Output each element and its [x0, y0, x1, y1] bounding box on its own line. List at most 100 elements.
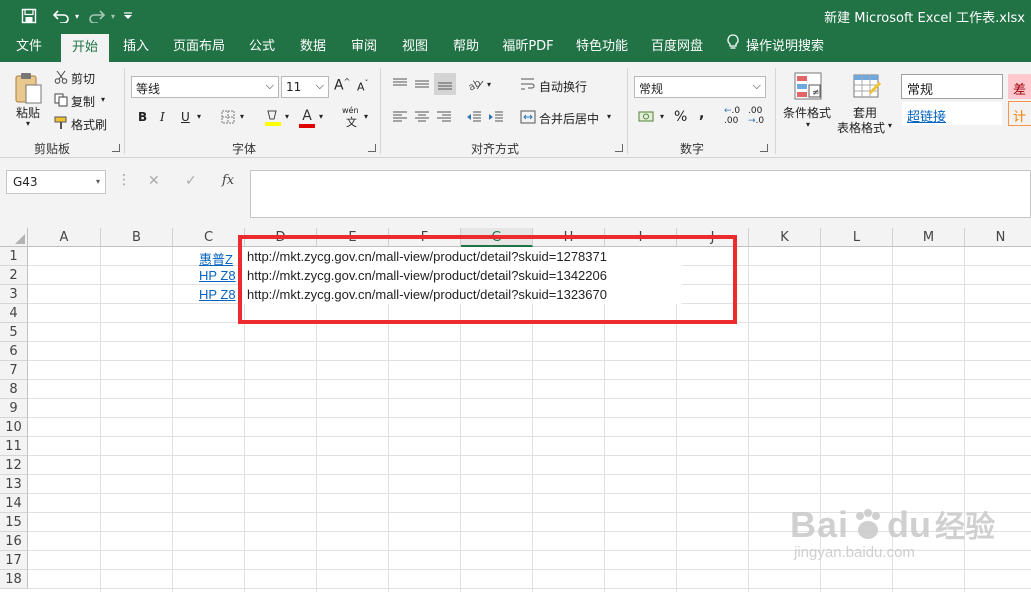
tab-insert[interactable]: 插入 — [114, 32, 158, 62]
select-all-corner[interactable] — [0, 228, 28, 247]
row-header-7[interactable]: 7 — [0, 361, 28, 380]
save-icon[interactable] — [18, 6, 40, 26]
row-header-11[interactable]: 11 — [0, 437, 28, 456]
font-color-dropdown-icon[interactable]: ▾ — [319, 112, 323, 121]
comma-style-button[interactable]: , — [699, 106, 704, 122]
formula-bar-splitter-icon[interactable]: ⋮ — [117, 172, 131, 188]
copy-dropdown-icon[interactable]: ▾ — [101, 95, 105, 104]
insert-function-icon[interactable]: fx — [222, 173, 234, 188]
format-painter-button[interactable]: 格式刷 — [71, 116, 107, 133]
cancel-icon[interactable]: ✕ — [148, 173, 160, 189]
column-header-k[interactable]: K — [749, 228, 821, 247]
decrease-indent-icon[interactable] — [465, 109, 483, 125]
borders-icon[interactable] — [220, 109, 236, 125]
phonetic-dropdown-icon[interactable]: ▾ — [364, 112, 368, 121]
row-header-13[interactable]: 13 — [0, 475, 28, 494]
shrink-font-button[interactable]: Aˇ — [357, 79, 369, 94]
underline-button[interactable]: U — [181, 110, 190, 124]
font-size-select[interactable]: 11 ⌵ — [281, 76, 329, 98]
accounting-format-icon[interactable] — [637, 109, 657, 125]
percent-style-button[interactable]: % — [674, 109, 687, 125]
conditional-formatting-icon[interactable]: ≠ — [792, 70, 824, 102]
orientation-icon[interactable]: ab — [466, 76, 486, 92]
tab-view[interactable]: 视图 — [393, 32, 437, 62]
align-left-icon[interactable] — [391, 109, 409, 125]
increase-indent-icon[interactable] — [487, 109, 505, 125]
row-header-1[interactable]: 1 — [0, 247, 28, 266]
format-as-table-icon[interactable] — [851, 70, 883, 102]
cell-style-bad[interactable]: 差 — [1008, 74, 1031, 99]
row-header-16[interactable]: 16 — [0, 532, 28, 551]
cell-style-calculation[interactable]: 计 — [1008, 101, 1031, 126]
tab-features[interactable]: 特色功能 — [570, 32, 634, 62]
row-header-17[interactable]: 17 — [0, 551, 28, 570]
format-as-table-button[interactable]: 表格格式 — [837, 119, 885, 136]
clipboard-launcher-icon[interactable] — [112, 144, 120, 152]
align-center-icon[interactable] — [413, 109, 431, 125]
cell-style-normal[interactable]: 常规 — [901, 74, 1003, 99]
copy-icon[interactable] — [54, 93, 68, 107]
cell-style-hyperlink[interactable]: 超链接 — [901, 101, 1003, 126]
increase-decimal-button[interactable]: ←.0.00 — [724, 106, 740, 126]
accounting-dropdown-icon[interactable]: ▾ — [660, 112, 664, 121]
column-header-b[interactable]: B — [101, 228, 173, 247]
align-bottom-icon[interactable] — [434, 73, 456, 95]
formula-input[interactable] — [250, 170, 1031, 218]
number-launcher-icon[interactable] — [760, 144, 768, 152]
paste-dropdown-icon[interactable]: ▾ — [26, 119, 30, 128]
font-launcher-icon[interactable] — [368, 144, 376, 152]
row-header-2[interactable]: 2 — [0, 266, 28, 285]
format-as-table-dropdown-icon[interactable]: ▾ — [888, 121, 892, 130]
tell-me-search[interactable]: 操作说明搜索 — [726, 32, 832, 62]
tab-file[interactable]: 文件 — [6, 32, 52, 62]
align-middle-icon[interactable] — [413, 76, 431, 92]
row-header-15[interactable]: 15 — [0, 513, 28, 532]
wrap-text-button[interactable]: 自动换行 — [539, 78, 587, 95]
name-box[interactable]: G43 ▾ — [6, 170, 106, 194]
copy-button[interactable]: 复制 — [71, 93, 95, 110]
column-header-n[interactable]: N — [965, 228, 1031, 247]
row-header-5[interactable]: 5 — [0, 323, 28, 342]
orientation-dropdown-icon[interactable]: ▾ — [487, 80, 491, 89]
tab-review[interactable]: 审阅 — [342, 32, 386, 62]
row-header-9[interactable]: 9 — [0, 399, 28, 418]
column-header-a[interactable]: A — [28, 228, 101, 247]
enter-icon[interactable]: ✓ — [185, 173, 197, 189]
align-right-icon[interactable] — [435, 109, 453, 125]
column-header-l[interactable]: L — [821, 228, 893, 247]
underline-dropdown-icon[interactable]: ▾ — [197, 112, 201, 121]
wrap-text-icon[interactable] — [520, 76, 536, 92]
row-header-18[interactable]: 18 — [0, 570, 28, 589]
fill-color-icon[interactable] — [264, 108, 282, 128]
row-header-14[interactable]: 14 — [0, 494, 28, 513]
cell-c3[interactable]: HP Z8 — [199, 287, 236, 302]
alignment-launcher-icon[interactable] — [615, 144, 623, 152]
font-color-icon[interactable]: A — [298, 108, 316, 128]
tab-baidu-netdisk[interactable]: 百度网盘 — [644, 32, 710, 62]
tab-page-layout[interactable]: 页面布局 — [166, 32, 232, 62]
column-header-m[interactable]: M — [893, 228, 965, 247]
grow-font-button[interactable]: A^ — [334, 77, 350, 94]
number-format-select[interactable]: 常规 ⌵ — [634, 76, 766, 98]
italic-button[interactable]: I — [160, 110, 165, 124]
cell-c2[interactable]: HP Z8 — [199, 268, 236, 283]
name-box-dropdown-icon[interactable]: ▾ — [96, 171, 100, 193]
format-painter-icon[interactable] — [54, 116, 68, 130]
tab-help[interactable]: 帮助 — [444, 32, 488, 62]
merge-center-icon[interactable] — [520, 109, 536, 125]
merge-center-button[interactable]: 合并后居中 — [539, 110, 599, 127]
row-header-4[interactable]: 4 — [0, 304, 28, 323]
redo-icon[interactable] — [86, 6, 108, 26]
row-header-12[interactable]: 12 — [0, 456, 28, 475]
paste-icon[interactable] — [8, 68, 48, 108]
cell-c1[interactable]: 惠普Z — [199, 249, 233, 268]
undo-dropdown-icon[interactable]: ▾ — [72, 6, 82, 26]
font-name-select[interactable]: 等线 ⌵ — [131, 76, 279, 98]
cut-icon[interactable] — [54, 70, 68, 84]
customize-qat-icon[interactable] — [121, 6, 135, 26]
tab-home[interactable]: 开始 — [61, 34, 109, 62]
row-header-8[interactable]: 8 — [0, 380, 28, 399]
fill-color-dropdown-icon[interactable]: ▾ — [285, 112, 289, 121]
row-header-6[interactable]: 6 — [0, 342, 28, 361]
conditional-dropdown-icon[interactable]: ▾ — [806, 120, 810, 129]
